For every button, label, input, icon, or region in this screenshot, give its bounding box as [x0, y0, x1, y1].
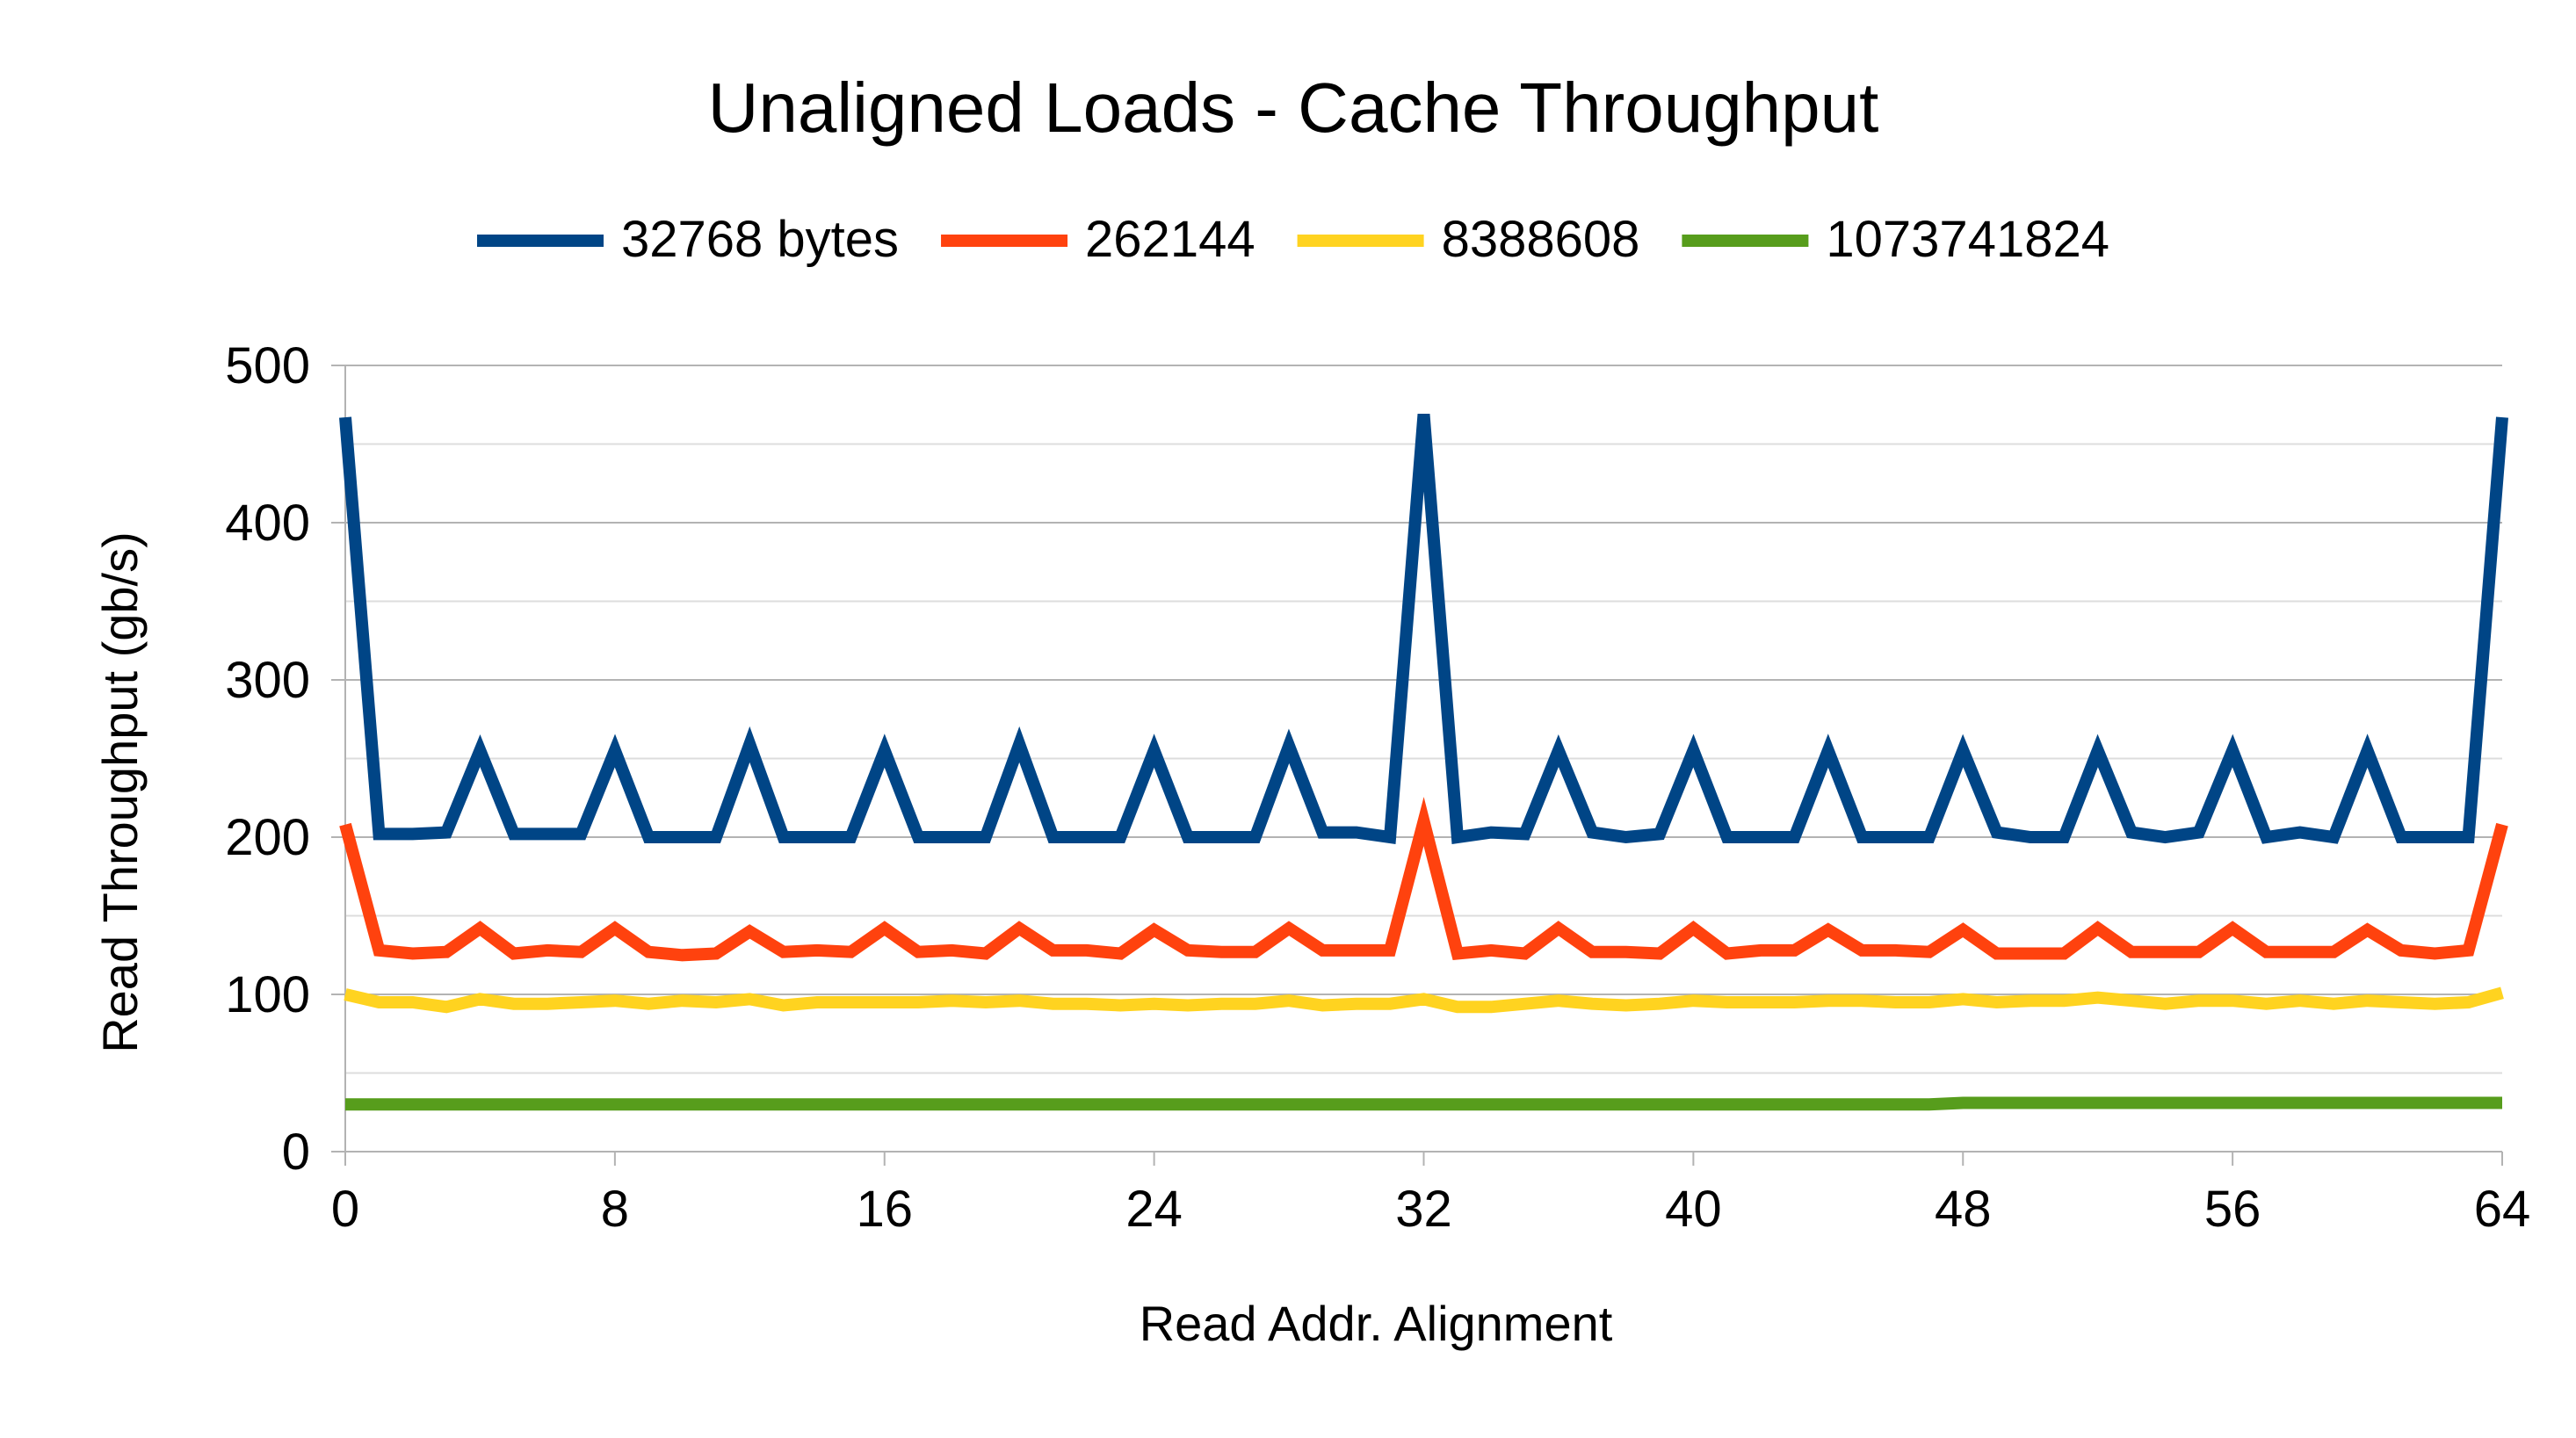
y-tick-label: 400	[225, 495, 310, 552]
y-tick-label: 0	[282, 1124, 310, 1181]
x-tick-label: 24	[1125, 1181, 1183, 1238]
y-tick-label: 200	[225, 809, 310, 866]
legend: 32768 bytes 262144 8388608 1073741824	[477, 211, 2109, 268]
y-axis-label: Read Throughput (gb/s)	[92, 531, 148, 1053]
chart-title: Unaligned Loads - Cache Throughput	[708, 69, 1879, 147]
series-line-3	[345, 1096, 2502, 1111]
y-tick-label: 100	[225, 966, 310, 1023]
legend-label: 32768 bytes	[621, 211, 899, 268]
legend-label: 8388608	[1442, 211, 1640, 268]
y-tick-label: 500	[225, 337, 310, 394]
legend-item-2: 8388608	[1297, 211, 1640, 268]
x-axis-label: Read Addr. Alignment	[1140, 1296, 1613, 1351]
x-tick-label: 16	[856, 1181, 913, 1238]
x-tick-label: 56	[2204, 1181, 2261, 1238]
x-tick-label: 0	[331, 1181, 359, 1238]
x-tick-label: 40	[1665, 1181, 1722, 1238]
legend-label: 262144	[1085, 211, 1255, 268]
y-tick-labels: 0 100 200 300 400 500	[225, 337, 310, 1181]
legend-item-0: 32768 bytes	[477, 211, 899, 268]
series-line-0	[339, 413, 2508, 844]
y-tick-label: 300	[225, 652, 310, 709]
x-tick-label: 64	[2474, 1181, 2531, 1238]
legend-item-1: 262144	[941, 211, 1255, 268]
x-tick-label: 48	[1935, 1181, 1992, 1238]
legend-label: 1073741824	[1826, 211, 2109, 268]
x-tick-label: 32	[1395, 1181, 1452, 1238]
chart: Unaligned Loads - Cache Throughput 32768…	[0, 0, 2576, 1434]
x-tick-label: 8	[601, 1181, 629, 1238]
chart-svg: Unaligned Loads - Cache Throughput 32768…	[92, 69, 2530, 1351]
legend-item-3: 1073741824	[1682, 211, 2109, 268]
x-tick-labels: 0 8 16 24 32 40 48 56 64	[331, 1181, 2530, 1238]
